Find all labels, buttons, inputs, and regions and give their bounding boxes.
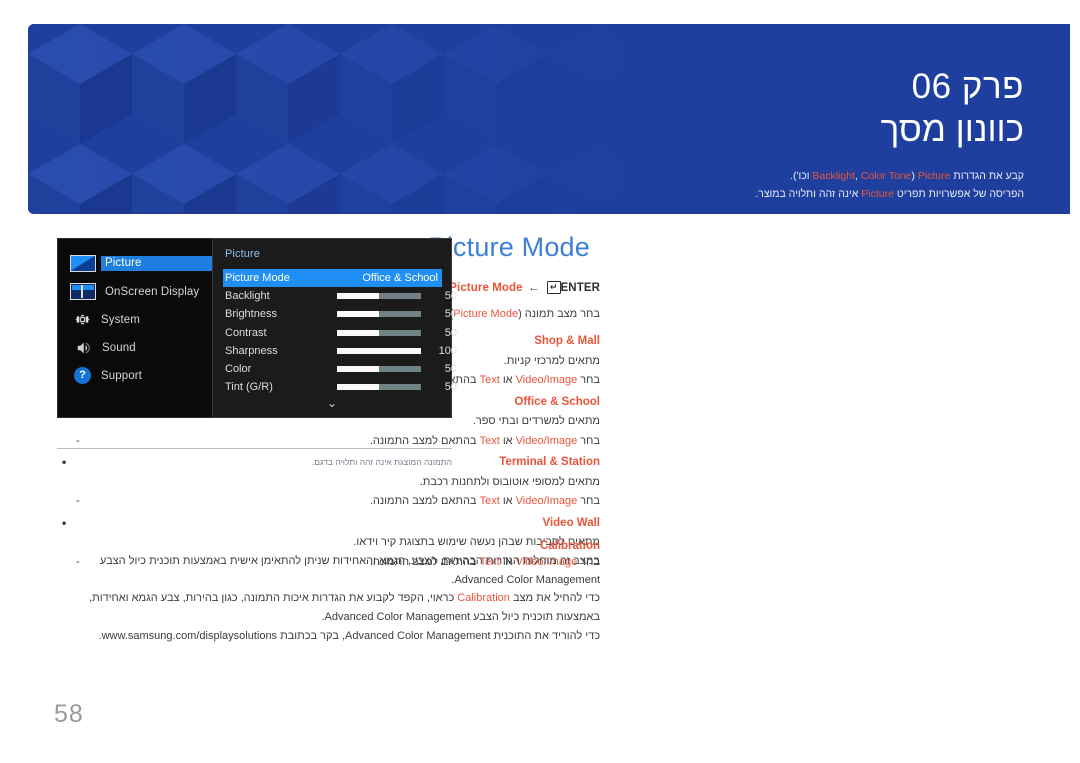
subtitle-text-1: קבע את הגדרות	[950, 169, 1024, 182]
subnote-text-1: בחר	[577, 434, 600, 447]
osd-row-value: 50	[444, 363, 457, 376]
osd-row-value: Office & School	[362, 272, 438, 285]
osd-row-tint[interactable]: Tint (G/R) 50	[223, 378, 457, 396]
subnote-text-2: או	[499, 374, 516, 387]
subnote-highlight-video-image: Video/Image	[515, 434, 578, 447]
footnote-text: התמונה המוצגת אינה זהה ותלויה בדגם.	[57, 457, 452, 467]
osd-row-value: 50	[444, 381, 457, 394]
banner-text-block: פרק 06 כוונון מסך קבע את הגדרות Picture …	[755, 66, 1024, 203]
osd-slider[interactable]	[337, 384, 421, 391]
osd-row-value: 100	[438, 344, 457, 357]
osd-row-label: Brightness	[225, 308, 277, 321]
banner-subtitle-line-1: קבע את הגדרות Picture (Backlight, Color …	[755, 167, 1024, 185]
calibration-block: Calibration במצב זה מוחלות הגדרות הבהירו…	[0, 540, 600, 645]
osd-slider[interactable]	[337, 293, 421, 300]
subtitle-text-5: הפריסה של אפשרויות תפריט	[893, 187, 1024, 200]
osd-row-value: 50	[444, 290, 457, 303]
subtitle-highlight-picture-2: Picture	[861, 187, 894, 200]
subnote-highlight-text: Text	[479, 434, 500, 447]
divider	[57, 448, 452, 449]
calibration-subnote-2: כדי להוריד את התוכנית Advanced Color Man…	[0, 627, 600, 646]
chapter-number: פרק 06	[911, 67, 1024, 106]
osd-row-color[interactable]: Color 50	[223, 360, 457, 378]
chapter-title: כוונון מסך	[880, 110, 1024, 150]
subnote-text-3: בהתאם למצב התמונה.	[369, 495, 480, 508]
osd-screenshot: Picture OnScreen Display System Sound ? …	[57, 238, 457, 418]
subnote-text-3: בהתאם למצב התמונה.	[369, 434, 480, 447]
osd-row-picture-mode[interactable]: Picture Mode Office & School	[223, 269, 442, 288]
calibration-subnote-text-1: כדי להחיל את מצב	[509, 592, 600, 605]
calibration-subnote-highlight: Calibration	[457, 592, 510, 605]
osd-row-brightness[interactable]: Brightness 50	[223, 305, 457, 323]
gear-icon	[73, 310, 92, 329]
bullet-description: מתאים למסופי אוטובוס ולתחנות רכבת.	[419, 475, 600, 488]
chapter-banner: פרק 06 כוונון מסך קבע את הגדרות Picture …	[28, 24, 1070, 214]
osd-slider[interactable]	[337, 311, 421, 318]
subnote-text-2: או	[499, 495, 516, 508]
subtitle-text-6: אינה זהה ותלויה במוצר.	[755, 187, 862, 200]
subnote-highlight-text: Text	[479, 374, 500, 387]
subnote-highlight-video-image: Video/Image	[515, 374, 578, 387]
osd-row-contrast[interactable]: Contrast 50	[223, 324, 457, 342]
osd-row-label: Contrast	[225, 326, 267, 339]
bullet-title: Video Wall	[60, 513, 600, 535]
subnote-text-1: בחר	[577, 495, 600, 508]
osd-row-value: 50	[444, 308, 457, 321]
osd-row-label: Color	[225, 363, 252, 376]
onscreen-display-icon	[70, 283, 96, 300]
osd-row-label: Picture Mode	[225, 272, 290, 285]
osd-row-backlight[interactable]: Backlight 50	[223, 287, 457, 305]
calibration-subnote-1: כדי להחיל את מצב Calibration כראוי, הקפד…	[0, 589, 600, 608]
calibration-description-line-1: במצב זה מוחלות הגדרות הבהירות, הצבע, הגמ…	[99, 555, 600, 567]
subtitle-highlight-color-tone: Color Tone	[860, 169, 912, 182]
osd-slider[interactable]	[337, 329, 421, 336]
help-circle-icon: ?	[74, 367, 91, 384]
osd-row-label: Sharpness	[225, 344, 278, 357]
intro-text-1: בחר מצב תמונה (	[518, 308, 600, 321]
breadcrumb-arrow-3: ←	[527, 282, 540, 294]
calibration-title: Calibration	[0, 540, 600, 552]
chevron-down-icon[interactable]: ⌄	[213, 397, 451, 409]
subnote-text-1: בחר	[577, 374, 600, 387]
osd-panel-title: Picture	[225, 248, 260, 260]
osd-row-label: Tint (G/R)	[225, 381, 273, 394]
subnote-highlight-text: Text	[479, 495, 500, 508]
speaker-icon	[73, 339, 93, 357]
osd-row-value: 50	[444, 326, 457, 339]
osd-row-label: Backlight	[225, 290, 270, 303]
subtitle-text-4: וכו').	[790, 169, 813, 182]
breadcrumb-picture-mode: Picture Mode	[449, 282, 523, 294]
page-title: Picture Mode	[428, 232, 590, 262]
enter-icon: ↵	[546, 281, 561, 294]
subtitle-highlight-backlight: Backlight	[812, 169, 855, 182]
picture-icon	[70, 255, 96, 272]
banner-subtitle-line-2: הפריסה של אפשרויות תפריט Picture אינה זה…	[755, 185, 1024, 203]
osd-settings-list: Picture Mode Office & School Backlight 5…	[223, 269, 457, 396]
banner-subtitle: קבע את הגדרות Picture (Backlight, Color …	[755, 167, 1024, 204]
osd-row-sharpness[interactable]: Sharpness 100	[223, 342, 457, 360]
calibration-subnote-1-line-2: באמצעות תוכנית כיול הצבע Advanced Color …	[321, 611, 600, 624]
osd-footnote: התמונה המוצגת אינה זהה ותלויה בדגם.	[57, 448, 452, 467]
subtitle-highlight-picture: Picture	[917, 169, 951, 182]
subnote-text-2: או	[499, 434, 516, 447]
breadcrumb-enter: ENTER	[560, 282, 600, 294]
calibration-description-line-2: Advanced Color Management.	[451, 573, 600, 586]
subnote-highlight-video-image: Video/Image	[515, 495, 578, 508]
osd-slider[interactable]	[337, 347, 421, 354]
osd-settings-panel: Picture Picture Mode Office & School Bac…	[212, 238, 457, 418]
intro-highlight: Picture Mode	[453, 308, 519, 321]
bullet-subnote: בחר Video/Image או Text בהתאם למצב התמונ…	[60, 492, 600, 512]
calibration-subnote-text-2: כראוי, הקפד לקבוע את הגדרות איכות התמונה…	[89, 592, 458, 605]
page-number: 58	[54, 700, 84, 728]
osd-slider[interactable]	[337, 366, 421, 373]
